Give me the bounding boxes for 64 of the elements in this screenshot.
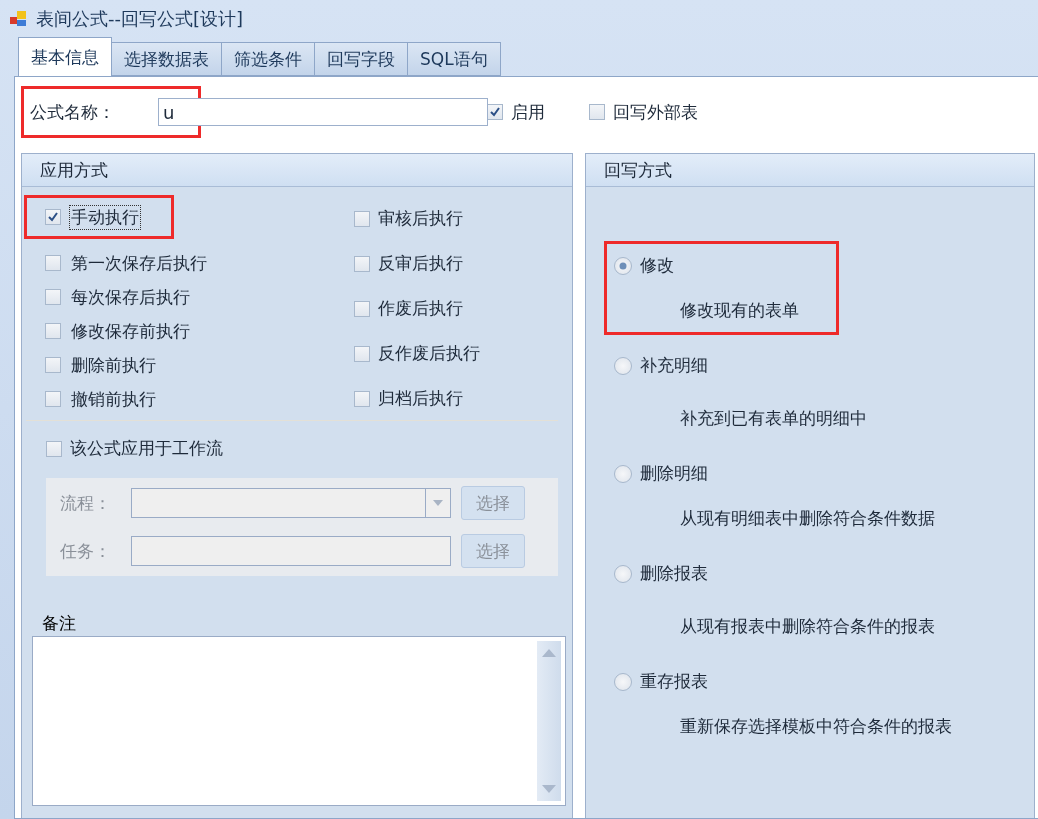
app-icon — [8, 9, 28, 29]
radio-label: 修改 — [640, 254, 674, 277]
tab[interactable]: SQL语句 — [407, 42, 501, 76]
process-dropdown[interactable] — [131, 488, 451, 518]
checkbox[interactable] — [45, 391, 61, 407]
scroll-down-icon — [542, 785, 556, 793]
checkbox[interactable] — [46, 440, 62, 457]
option-description: 修改现有的表单 — [680, 299, 799, 322]
checkbox[interactable] — [45, 357, 61, 373]
checkbox-label: 归档后执行 — [378, 387, 463, 410]
option-description: 重新保存选择模板中符合条件的报表 — [680, 715, 952, 738]
checkbox[interactable] — [354, 300, 370, 317]
tab[interactable]: 筛选条件 — [221, 42, 315, 76]
radio-dot-icon — [619, 261, 627, 270]
checkbox[interactable] — [45, 289, 61, 305]
checkbox-label: 作废后执行 — [378, 297, 463, 320]
field-label: 任务： — [60, 539, 111, 563]
window-title: 表间公式--回写公式[设计] — [36, 7, 244, 31]
checkbox-label: 修改保存前执行 — [70, 319, 191, 343]
checkbox[interactable] — [354, 390, 370, 407]
tab[interactable]: 选择数据表 — [111, 42, 222, 76]
checkbox-label: 该公式应用于工作流 — [70, 437, 223, 460]
checkbox[interactable] — [354, 345, 370, 362]
dropdown-caret-icon — [433, 500, 443, 506]
name-input-field[interactable]: u — [158, 98, 488, 126]
radio-button[interactable] — [614, 356, 632, 375]
checkbox-label: 删除前执行 — [70, 353, 157, 377]
checkbox[interactable] — [354, 210, 370, 227]
remarks-text-area[interactable] — [32, 636, 566, 806]
tab[interactable]: 回写字段 — [314, 42, 408, 76]
radio-button[interactable] — [614, 256, 632, 275]
group-title: 回写方式 — [604, 158, 672, 182]
radio-label: 重存报表 — [640, 670, 708, 693]
checkbox-label: 启用 — [511, 100, 545, 124]
field-label: 流程： — [60, 491, 111, 515]
option-description: 从现有报表中删除符合条件的报表 — [680, 615, 935, 638]
radio-label: 删除明细 — [640, 462, 708, 485]
tab[interactable]: 基本信息 — [18, 37, 112, 76]
scroll-up-icon — [542, 649, 556, 657]
radio-label: 删除报表 — [640, 562, 708, 585]
radio-button[interactable] — [614, 564, 632, 583]
scrollbar[interactable] — [537, 641, 561, 801]
checkbox-label: 每次保存后执行 — [70, 285, 191, 309]
checkbox[interactable] — [45, 209, 61, 225]
checkbox-label: 第一次保存后执行 — [70, 251, 208, 275]
checkbox-label: 审核后执行 — [378, 207, 463, 230]
checkbox[interactable] — [354, 255, 370, 272]
task-input-field[interactable] — [131, 536, 451, 566]
group-title: 备注 — [41, 612, 77, 635]
checkbox-label: 撤销前执行 — [70, 387, 157, 411]
field-label: 公式名称： — [30, 100, 115, 124]
option-description: 补充到已有表单的明细中 — [680, 407, 867, 430]
radio-button[interactable] — [614, 672, 632, 691]
checkbox[interactable] — [45, 323, 61, 339]
checkbox-label: 手动执行 — [69, 204, 141, 230]
radio-button[interactable] — [614, 464, 632, 483]
radio-label: 补充明细 — [640, 354, 708, 377]
option-description: 从现有明细表中删除符合条件数据 — [680, 507, 935, 530]
checkbox[interactable] — [45, 255, 61, 271]
checkbox-label: 回写外部表 — [613, 100, 698, 124]
checkbox-label: 反作废后执行 — [378, 342, 480, 365]
group-title: 应用方式 — [40, 158, 108, 182]
checkbox-label: 反审后执行 — [378, 252, 463, 275]
checkbox[interactable] — [589, 104, 605, 120]
